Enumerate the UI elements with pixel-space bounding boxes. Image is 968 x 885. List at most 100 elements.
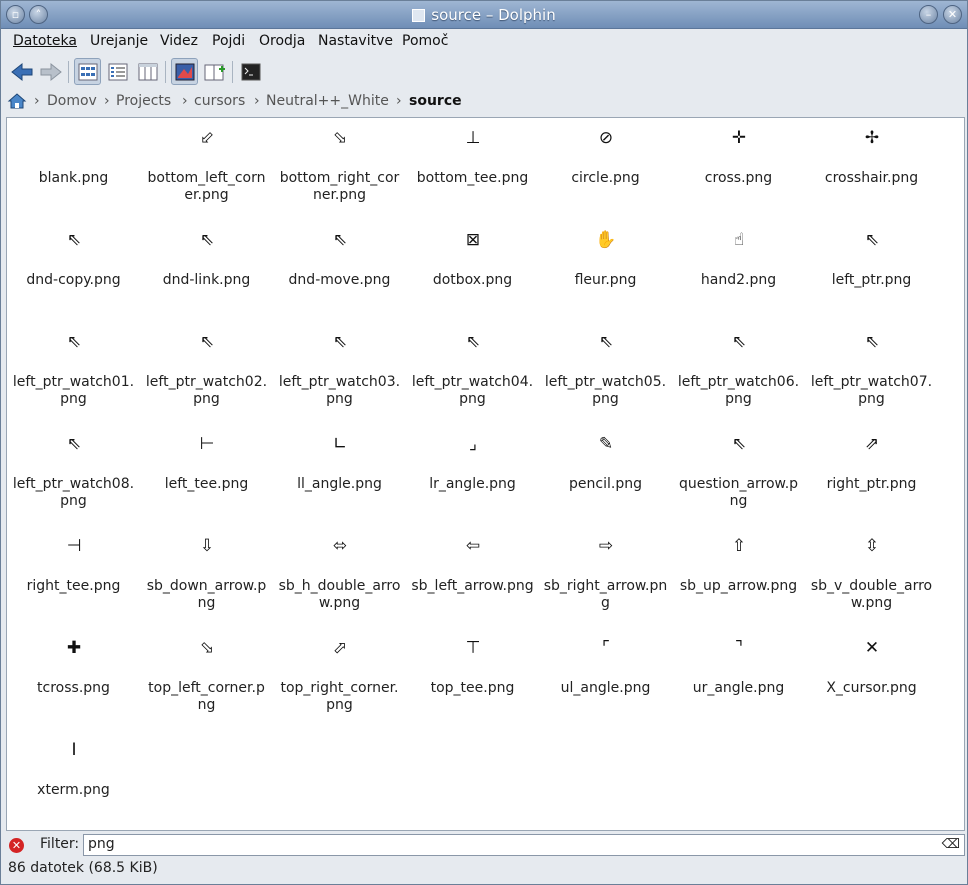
file-item[interactable]: ✋ fleur.png [539,229,672,324]
details-view-icon[interactable] [104,58,131,85]
file-item[interactable]: ⇗ right_ptr.png [805,433,938,528]
file-item[interactable]: ⌟ lr_angle.png [406,433,539,528]
cursor-file-icon: ✕ [864,637,880,658]
file-item[interactable]: ⇖ dnd-link.png [140,229,273,324]
file-item[interactable]: blank.png [7,127,140,222]
cursor-file-icon: ⇖ [332,229,348,250]
cursor-file-icon: ⇖ [598,331,614,352]
filter-label: Filter: [40,836,80,852]
close-icon[interactable]: ✕ [943,5,962,24]
file-item[interactable]: ⊤ top_tee.png [406,637,539,732]
home-icon[interactable] [7,92,27,114]
menu-urejanje[interactable]: Urejanje [90,33,148,49]
breadcrumb-domov[interactable]: Domov [47,93,97,109]
cursor-file-icon: ⬂ [332,127,348,148]
dolphin-window: ▫ ˄ source – Dolphin – ✕ Datoteka Urejan… [0,0,968,885]
file-item[interactable]: ✚ tcross.png [7,637,140,732]
title-bar[interactable]: ▫ ˄ source – Dolphin – ✕ [1,1,967,29]
cursor-file-icon: ⇖ [199,331,215,352]
icons-view-icon[interactable] [74,58,101,85]
columns-view-icon[interactable] [134,58,161,85]
file-name: top_tee.png [430,680,515,696]
file-name: sb_up_arrow.png [679,578,798,594]
file-item[interactable]: Ixterm.png [7,739,140,834]
file-item[interactable]: ⊣ right_tee.png [7,535,140,630]
menu-pojdi[interactable]: Pojdi [212,33,245,49]
file-item[interactable]: ⬂ bottom_right_corner.png [273,127,406,222]
app-icon [412,9,426,22]
file-item[interactable]: ⇧ sb_up_arrow.png [672,535,805,630]
file-item[interactable]: ⊢ left_tee.png [140,433,273,528]
file-name: left_tee.png [164,476,249,492]
file-item[interactable]: ⇖ dnd-copy.png [7,229,140,324]
file-item[interactable]: ⊠ dotbox.png [406,229,539,324]
file-item[interactable]: ⌜ ul_angle.png [539,637,672,732]
breadcrumb-source[interactable]: source [409,93,462,109]
preview-icon[interactable] [171,58,198,85]
file-item[interactable]: ⇩ sb_down_arrow.png [140,535,273,630]
file-item[interactable]: ✕ X_cursor.png [805,637,938,732]
file-name: bottom_tee.png [416,170,529,186]
file-item[interactable]: ✢ crosshair.png [805,127,938,222]
terminal-icon[interactable] [237,58,264,85]
file-item[interactable]: ⊥ bottom_tee.png [406,127,539,222]
file-item[interactable]: ☝ hand2.png [672,229,805,324]
file-item[interactable]: ⇖ left_ptr_watch03.png [273,331,406,426]
minimize-icon[interactable]: – [919,5,938,24]
file-item[interactable]: ⇳ sb_v_double_arrow.png [805,535,938,630]
close-filter-icon[interactable]: ✕ [9,838,24,853]
cursor-file-icon: ☝ [733,229,745,250]
file-item[interactable]: ⇖ left_ptr_watch06.png [672,331,805,426]
window-title: source – Dolphin [1,6,967,24]
file-name: left_ptr_watch01.png [12,374,135,407]
file-item[interactable]: ⇖ left_ptr_watch08.png [7,433,140,528]
file-item[interactable]: ⬀ top_right_corner.png [273,637,406,732]
file-item[interactable]: ⇖ left_ptr.png [805,229,938,324]
cursor-file-icon: ⇖ [66,433,82,454]
file-item[interactable]: ⬂ top_left_corner.png [140,637,273,732]
file-item[interactable]: ⊘ circle.png [539,127,672,222]
breadcrumb-projects[interactable]: Projects [116,93,171,109]
file-name: fleur.png [574,272,637,288]
file-name: blank.png [38,170,109,186]
cursor-file-icon: ⇦ [465,535,481,556]
file-item[interactable]: ⇦ sb_left_arrow.png [406,535,539,630]
file-item[interactable]: ⇖ dnd-move.png [273,229,406,324]
breadcrumb-cursors[interactable]: cursors [194,93,245,109]
file-item[interactable]: ⇖ question_arrow.png [672,433,805,528]
toolbar-separator [232,61,233,83]
file-name: circle.png [571,170,640,186]
file-item[interactable]: ⬃ bottom_left_corner.png [140,127,273,222]
file-item[interactable]: ✛ cross.png [672,127,805,222]
file-item[interactable]: ⇖ left_ptr_watch04.png [406,331,539,426]
clear-filter-icon[interactable]: ⌫ [942,837,960,852]
file-item[interactable]: ⇖ left_ptr_watch07.png [805,331,938,426]
file-name: sb_v_double_arrow.png [810,578,933,611]
back-arrow-icon[interactable] [8,58,35,85]
filter-input[interactable]: png ⌫ [83,834,965,856]
menu-datoteka[interactable]: Datoteka [13,33,77,49]
file-name: tcross.png [37,680,110,696]
file-item[interactable]: ⇖ left_ptr_watch01.png [7,331,140,426]
menu-nastavitve[interactable]: Nastavitve [318,33,393,49]
forward-arrow-icon[interactable] [37,58,64,85]
file-item[interactable]: ∟ ll_angle.png [273,433,406,528]
split-view-icon[interactable] [201,58,228,85]
file-item[interactable]: ⇖ left_ptr_watch02.png [140,331,273,426]
cursor-file-icon: ✚ [66,637,82,658]
menu-videz[interactable]: Videz [160,33,198,49]
breadcrumb-neutral-white[interactable]: Neutral++_White [266,93,389,109]
file-item[interactable]: ⇖ left_ptr_watch05.png [539,331,672,426]
file-view[interactable]: blank.png ⬃ bottom_left_corner.png ⬂ bottom_… [6,117,965,831]
file-name: dnd-copy.png [26,272,121,288]
cursor-file-icon: ⌝ [735,637,743,658]
file-item[interactable]: ⇨ sb_right_arrow.png [539,535,672,630]
file-name: left_ptr.png [831,272,912,288]
file-item[interactable]: ⬄ sb_h_double_arrow.png [273,535,406,630]
toolbar-separator [68,61,69,83]
file-name: sb_left_arrow.png [411,578,534,594]
file-item[interactable]: ✎ pencil.png [539,433,672,528]
menu-pomoc[interactable]: Pomoč [402,33,448,49]
menu-orodja[interactable]: Orodja [259,33,305,49]
file-item[interactable]: ⌝ ur_angle.png [672,637,805,732]
